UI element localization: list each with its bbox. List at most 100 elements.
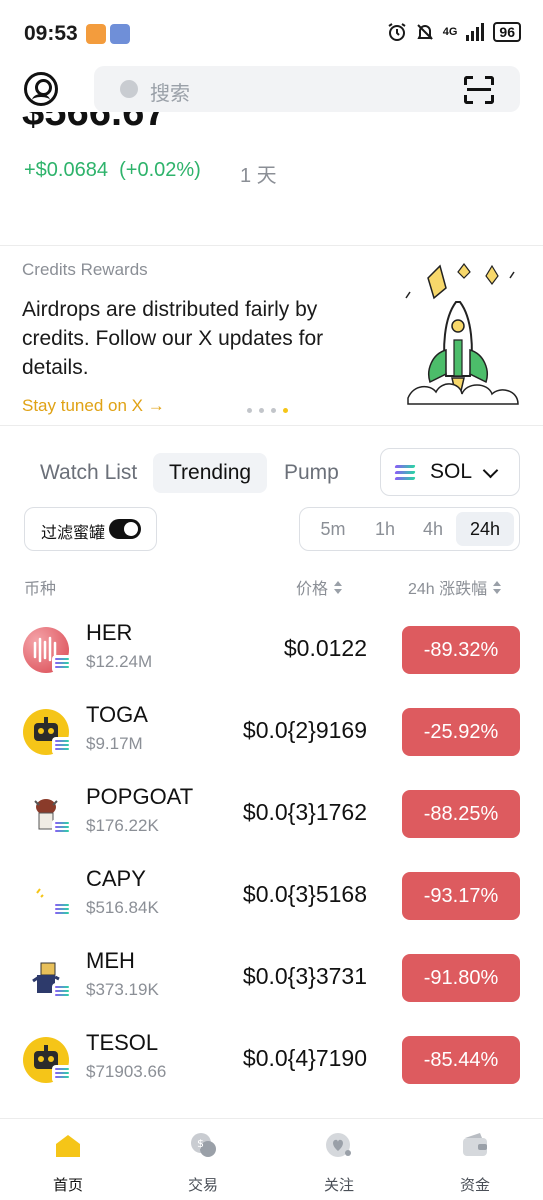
nav-trade[interactable]: $ 交易 — [158, 1131, 248, 1195]
nav-home[interactable]: 首页 — [23, 1131, 113, 1195]
home-icon — [56, 1135, 80, 1157]
token-price: $0.0{3}1762 — [242, 799, 367, 825]
nav-funds[interactable]: 资金 — [430, 1131, 520, 1195]
status-time: 09:53 — [24, 22, 78, 45]
signal-icon — [466, 23, 485, 41]
solana-badge-icon — [52, 983, 72, 1001]
timeframe-24h[interactable]: 24h — [456, 512, 514, 546]
search-placeholder: 搜索 — [150, 83, 190, 105]
svg-text:$: $ — [197, 1137, 204, 1150]
token-market-cap: $373.19K — [86, 980, 159, 999]
balance-container: $566.67 — [22, 112, 322, 138]
token-row[interactable]: MEH $373.19K $0.0{3}3731 -91.80% — [0, 938, 543, 1020]
status-icons: 4G 96 — [387, 22, 521, 42]
column-header-price[interactable]: 价格 — [296, 575, 343, 599]
honeypot-filter[interactable]: 过滤蜜罐 — [24, 507, 157, 551]
token-row[interactable]: HER $12.24M $0.0122 -89.32% — [0, 610, 543, 692]
change-period-button[interactable]: 1 天 — [240, 159, 277, 188]
token-market-cap: $176.22K — [86, 816, 159, 835]
token-market-cap: $9.17M — [86, 734, 143, 753]
banner-link-text: Stay tuned on X — [22, 396, 143, 415]
token-row[interactable]: TESOL $71903.66 $0.0{4}7190 -85.44% — [0, 1020, 543, 1102]
token-name: CAPY — [86, 866, 146, 891]
sort-icon — [493, 581, 502, 595]
column-header-change[interactable]: 24h 涨跌幅 — [408, 575, 502, 599]
solana-badge-icon — [52, 655, 72, 673]
change-percent: (+0.02%) — [119, 159, 201, 181]
change-header-label: 24h 涨跌幅 — [408, 581, 488, 598]
token-price: $0.0{4}7190 — [242, 1045, 367, 1071]
token-price: $0.0122 — [283, 635, 367, 661]
bottom-navigation: 首页 $ 交易 关注 资金 — [0, 1118, 543, 1200]
profile-avatar-icon[interactable] — [24, 72, 58, 106]
wallet-icon — [463, 1133, 487, 1156]
token-row[interactable]: TOGA $9.17M $0.0{2}9169 -25.92% — [0, 692, 543, 774]
carousel-dot-active — [283, 408, 288, 413]
nav-label: 资金 — [459, 1177, 490, 1194]
timeframe-1h[interactable]: 1h — [360, 512, 410, 546]
network-type: 4G — [442, 26, 458, 38]
filter-toggle[interactable] — [109, 519, 141, 539]
column-header-coin: 币种 — [24, 581, 57, 598]
sort-icon — [334, 581, 343, 595]
carousel-dot — [259, 408, 264, 413]
carousel-dot — [247, 408, 252, 413]
banner-link[interactable]: Stay tuned on X → — [22, 396, 165, 416]
token-row[interactable]: POPGOAT $176.22K $0.0{3}1762 -88.25% — [0, 774, 543, 856]
scan-icon[interactable] — [464, 76, 494, 104]
token-name: TOGA — [86, 702, 148, 727]
tab-trending[interactable]: Trending — [153, 453, 268, 493]
token-price: $0.0{3}5168 — [242, 881, 367, 907]
token-price: $0.0{2}9169 — [242, 717, 367, 743]
token-change-badge[interactable]: -91.80% — [402, 954, 520, 1002]
balance-change: +$0.0684 (+0.02%) — [24, 159, 201, 182]
token-row[interactable]: CAPY $516.84K $0.0{3}5168 -93.17% — [0, 856, 543, 938]
tab-pump[interactable]: Pump — [268, 453, 355, 493]
nav-label: 关注 — [323, 1177, 354, 1194]
nav-follow[interactable]: 关注 — [294, 1131, 384, 1195]
solana-badge-icon — [52, 819, 72, 837]
banner-text: Airdrops are distributed fairly by credi… — [22, 298, 324, 379]
token-name: POPGOAT — [86, 784, 194, 809]
token-market-cap: $71903.66 — [86, 1062, 167, 1081]
carousel-dots — [247, 408, 288, 413]
search-bar[interactable]: 搜索 — [94, 66, 520, 112]
token-name: HER — [86, 620, 133, 645]
token-change-badge[interactable]: -88.25% — [402, 790, 520, 838]
rocket-illustration — [405, 263, 519, 405]
chevron-down-icon — [482, 462, 499, 479]
timeframe-selector: 5m 1h 4h 24h — [299, 507, 520, 551]
battery-level: 96 — [493, 22, 521, 42]
chain-name: SOL — [430, 460, 473, 483]
solana-icon — [394, 465, 416, 481]
trade-icon: $ — [191, 1133, 216, 1157]
notification-app-icon-2 — [110, 24, 130, 44]
token-change-badge[interactable]: -25.92% — [402, 708, 520, 756]
notification-app-icon — [86, 24, 106, 44]
solana-badge-icon — [52, 737, 72, 755]
alarm-icon — [388, 23, 406, 41]
status-bar: 09:53 4G 96 — [0, 0, 543, 66]
timeframe-4h[interactable]: 4h — [410, 512, 456, 546]
token-price: $0.0{3}3731 — [242, 963, 367, 989]
token-market-cap: $12.24M — [86, 652, 153, 671]
mute-bell-icon — [417, 24, 433, 40]
filter-label: 过滤蜜罐 — [41, 525, 106, 542]
token-name: MEH — [86, 948, 135, 973]
solana-badge-icon — [52, 1065, 72, 1083]
token-change-badge[interactable]: -85.44% — [402, 1036, 520, 1084]
token-name: TESOL — [86, 1030, 159, 1055]
token-change-badge[interactable]: -93.17% — [402, 872, 520, 920]
token-change-badge[interactable]: -89.32% — [402, 626, 520, 674]
portfolio-balance: $566.67 — [22, 112, 167, 134]
search-icon — [120, 80, 138, 98]
nav-label: 交易 — [187, 1177, 218, 1194]
chain-selector[interactable]: SOL — [380, 448, 520, 496]
carousel-dot — [271, 408, 276, 413]
price-header-label: 价格 — [296, 581, 329, 598]
timeframe-5m[interactable]: 5m — [306, 512, 360, 546]
tab-watch-list[interactable]: Watch List — [24, 453, 153, 493]
banner-label: Credits Rewards — [22, 260, 148, 279]
follow-icon — [326, 1133, 351, 1157]
token-market-cap: $516.84K — [86, 898, 159, 917]
